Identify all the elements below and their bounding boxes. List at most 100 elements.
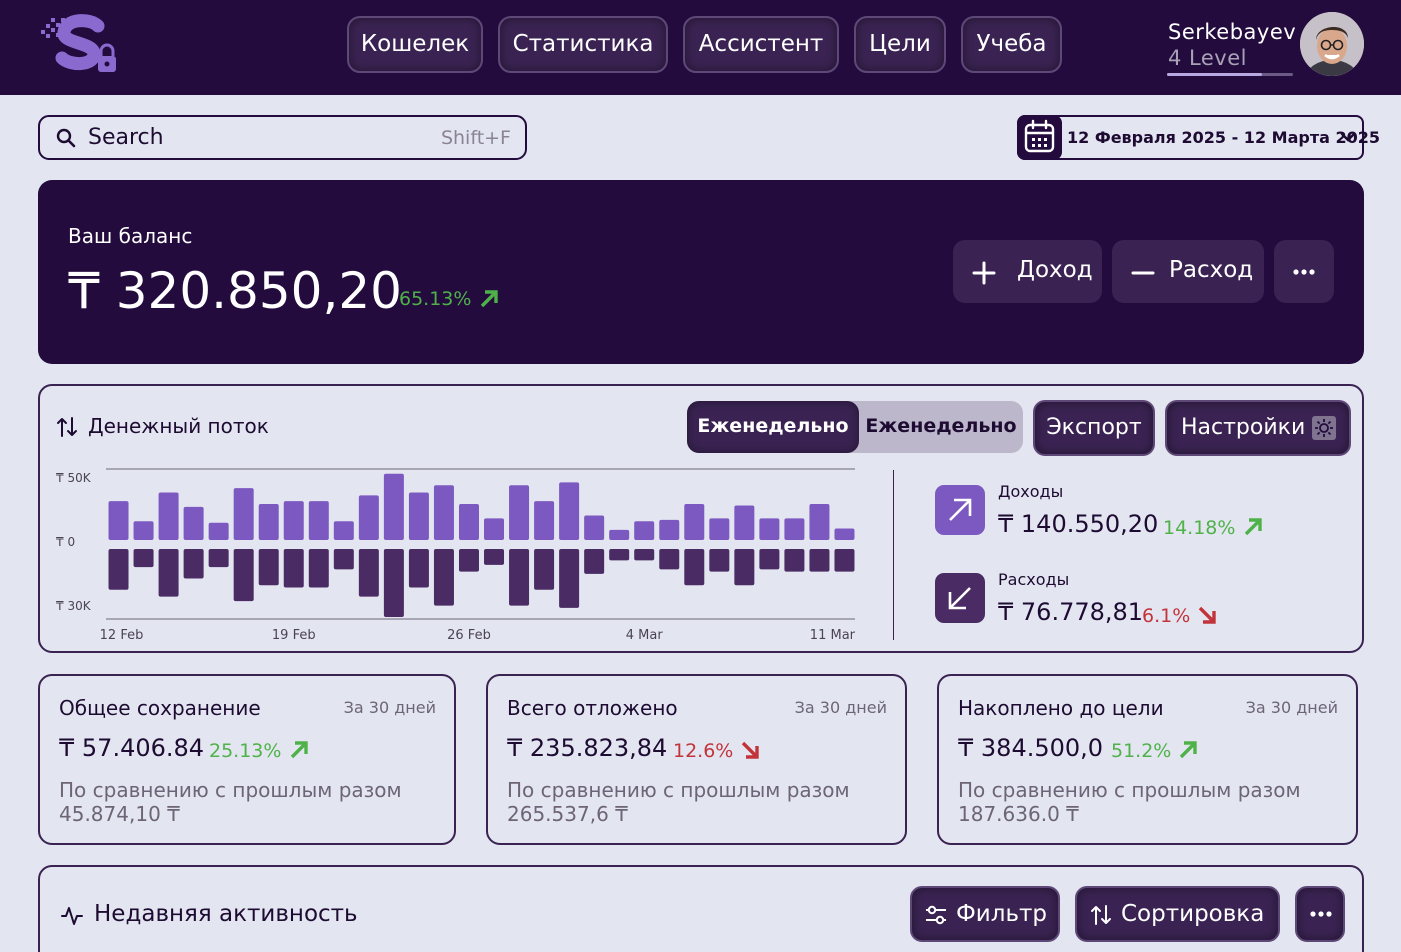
expense-bar [433,549,454,606]
add-expense-label: Расход [1169,257,1254,283]
stat-card-goal-progress: Накоплено до цели За 30 дней ₸ 384.500,0… [937,674,1358,845]
expense-bar [834,549,855,572]
chart-x-tick-label: 4 Mar [626,628,664,643]
top-bar: Кошелек Статистика Ассистент Цели Учеба … [0,0,1401,95]
income-bar [484,518,505,540]
cashflow-title: Денежный поток [88,414,269,438]
card-value: ₸ 384.500,0 [958,734,1104,762]
search-icon [56,128,76,148]
income-label: Доходы [998,482,1064,501]
date-range-picker[interactable]: 12 Февраля 2025 - 12 Марта 2025 [1017,115,1380,160]
card-change: 12.6% [673,739,761,762]
card-period: За 30 дней [343,698,436,717]
card-change-value: 51.2% [1111,740,1172,762]
user-avatar[interactable] [1300,12,1364,76]
income-bar [559,482,580,540]
income-bar [333,521,354,540]
arrow-up-right-icon [949,498,972,521]
income-bar [458,504,479,540]
expense-bar [709,549,730,572]
expense-bar [383,549,404,617]
balance-more-button[interactable] [1274,240,1334,303]
chart-x-tick-label: 26 Feb [447,628,491,643]
income-bar [233,488,254,540]
expense-bar [509,549,530,606]
arrow-up-right-icon [1180,741,1198,759]
search-input[interactable]: Search Shift+F [38,115,527,160]
add-income-button[interactable]: Доход [953,240,1102,303]
card-change-value: 12.6% [673,740,734,762]
user-level: 4 Level [1168,46,1247,70]
expense-bar [634,549,655,561]
sort-button[interactable]: Сортировка [1075,886,1280,942]
cashflow-panel: Денежный поток Еженедельно Еженедельно Э… [38,384,1364,653]
expense-bar [158,549,179,597]
search-shortcut: Shift+F [440,127,511,149]
card-comparison-value: 265.537,6 ₸ [507,802,628,826]
income-bar [408,492,429,540]
period-toggle-active[interactable]: Еженедельно [687,401,859,453]
user-name: Serkebayev [1168,20,1297,44]
chart-y-tick-label: ₸ 50K [56,471,92,485]
sort-label: Сортировка [1121,901,1265,927]
arrow-up-right-icon [480,290,498,308]
income-change-value: 14.18% [1163,517,1236,539]
card-comparison-value: 187.636.0 ₸ [958,802,1079,826]
expense-bar [333,549,354,570]
income-bar [709,518,730,540]
income-bar [784,518,805,540]
income-bar [809,504,830,540]
settings-button[interactable]: Настройки [1165,400,1351,456]
expense-value: ₸ 76.778,81 [998,598,1144,626]
nav-goals[interactable]: Цели [854,16,946,73]
card-title: Общее сохранение [59,696,261,720]
nav-wallet[interactable]: Кошелек [347,16,483,73]
sort-arrows-icon [1091,905,1111,925]
nav-statistics[interactable]: Статистика [498,16,668,73]
expense-bar [208,549,229,568]
app-logo-icon[interactable] [38,14,120,76]
expense-bar [559,549,580,608]
income-bar [609,529,630,540]
income-bar [534,501,555,540]
income-bar [158,492,179,540]
chart-divider [893,470,894,640]
income-bar [308,501,329,540]
calendar-button[interactable] [1017,115,1062,160]
income-bar [734,505,755,540]
card-comparison: По сравнению с прошлым разом 45.874,10 ₸ [59,778,402,826]
arrow-down-right-icon [742,741,760,759]
cashflow-chart: ₸ 50K ₸ 0 ₸ 30K 12 Feb 19 Feb 26 Feb 4 Mar 11 M… [56,468,856,643]
chart-x-tick-label: 12 Feb [100,628,144,643]
activity-more-button[interactable] [1295,886,1345,942]
income-bar [634,521,655,540]
balance-change: 65.13% [399,288,500,310]
filter-label: Фильтр [956,901,1048,927]
add-expense-button[interactable]: Расход [1112,240,1264,303]
expense-bar [283,549,304,588]
expense-bar [308,549,329,588]
income-icon-box [935,485,985,535]
nav-assistant[interactable]: Ассистент [683,16,839,73]
card-comparison-label: По сравнению с прошлым разом [507,778,850,802]
period-toggle[interactable]: Еженедельно Еженедельно [687,401,1023,453]
income-value: ₸ 140.550,20 [998,510,1159,538]
card-title: Всего отложено [507,696,678,720]
expense-icon-box [935,573,985,623]
income-bar [834,528,855,540]
export-button[interactable]: Экспорт [1033,400,1155,456]
expense-bar [759,549,780,570]
income-bar [759,518,780,540]
card-title: Накоплено до цели [958,696,1164,720]
expense-label: Расходы [998,570,1070,589]
expense-bar [534,549,555,590]
nav-learning[interactable]: Учеба [961,16,1062,73]
arrow-down-left-icon [948,587,971,610]
chart-y-tick-label: ₸ 0 [56,535,75,549]
card-comparison: По сравнению с прошлым разом 187.636.0 ₸ [958,778,1301,826]
avatar-portrait-icon [1300,12,1364,76]
filter-button[interactable]: Фильтр [910,886,1060,942]
period-toggle-inactive[interactable]: Еженедельно [859,401,1023,453]
more-icon [1310,911,1332,917]
recent-activity-panel: Недавняя активность Фильтр Сортировка [38,865,1364,952]
